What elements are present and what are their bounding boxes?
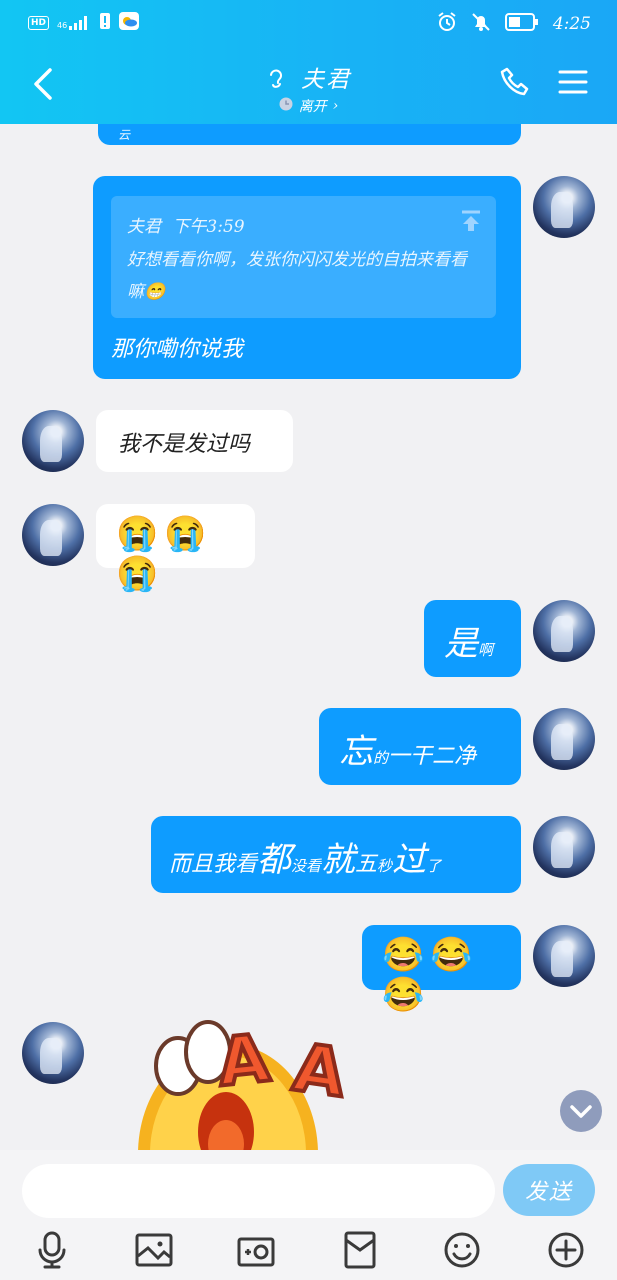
avatar-self[interactable]	[533, 708, 595, 770]
send-button[interactable]: 发送	[503, 1164, 595, 1216]
text-part: 没看	[291, 857, 322, 875]
emoji-icon[interactable]	[442, 1230, 482, 1270]
clock-status-icon	[279, 97, 293, 115]
avatar-contact[interactable]	[22, 1022, 84, 1084]
presence-status[interactable]: 离开 ›	[0, 96, 617, 116]
text-part: 就	[321, 840, 356, 880]
quote-text: 好想看看你啊，发张你闪闪发光的自拍来看看嘛😁	[127, 250, 467, 302]
sticker-letter: A	[287, 1027, 352, 1114]
jump-to-top-icon[interactable]	[460, 210, 482, 232]
avatar-contact[interactable]	[22, 410, 84, 472]
contact-name: 夫君	[301, 67, 352, 93]
microphone-icon[interactable]	[32, 1230, 72, 1270]
weather-icon	[119, 12, 140, 34]
avatar-contact[interactable]	[22, 504, 84, 566]
message-input[interactable]	[22, 1164, 495, 1218]
network-label: 46	[57, 21, 68, 30]
image-icon[interactable]	[134, 1230, 174, 1270]
phone-icon[interactable]	[499, 66, 531, 98]
chevron-right-icon: ›	[332, 98, 339, 114]
quoted-message[interactable]: 夫君 下午3:59 好想看看你啊，发张你闪闪发光的自拍来看看嘛😁	[111, 196, 496, 318]
message-bubble-7[interactable]: 😂😂😂	[362, 925, 521, 1015]
text-part: 是	[444, 624, 478, 664]
chat-toolbar	[0, 1230, 617, 1274]
message-text: 云	[118, 128, 131, 142]
message-text: 我不是发过吗	[118, 432, 251, 457]
status-time: 4:25	[552, 14, 591, 34]
plus-icon[interactable]	[546, 1230, 586, 1270]
text-part: 过	[392, 840, 427, 880]
message-text: 忘的一干二净	[339, 724, 476, 773]
avatar-self[interactable]	[533, 600, 595, 662]
text-part: 一干二净	[388, 744, 477, 769]
mute-bell-icon	[471, 12, 491, 36]
text-part: 五	[355, 852, 378, 877]
sticker-message[interactable]: A A	[136, 1014, 366, 1150]
message-text: 是啊	[444, 616, 493, 665]
status-bar: HD 46 4:25	[0, 0, 617, 46]
text-part: 而且我看	[169, 852, 258, 877]
presence-text: 离开	[298, 99, 327, 115]
input-bar: 发送	[0, 1150, 617, 1280]
message-emoji: 😂😂😂	[382, 935, 479, 1015]
message-bubble-4[interactable]: 是啊	[424, 600, 521, 677]
red-packet-icon[interactable]	[340, 1230, 380, 1270]
text-part: 啊	[478, 641, 494, 659]
quote-meta: 夫君 下午3:59	[127, 212, 245, 237]
message-bubble-5[interactable]: 忘的一干二净	[319, 708, 521, 785]
quote-time: 下午3:59	[172, 217, 245, 237]
hd-badge: HD	[28, 16, 50, 30]
message-emoji: 😭😭😭	[116, 514, 213, 594]
menu-icon[interactable]	[557, 66, 589, 98]
text-part: 的	[373, 749, 389, 767]
text-part: 忘	[339, 732, 373, 772]
chat-header: HD 46 4:25 夫君 离开 ›	[0, 0, 617, 124]
avatar-self[interactable]	[533, 176, 595, 238]
battery-icon	[504, 13, 539, 35]
avatar-self[interactable]	[533, 816, 595, 878]
quote-sender: 夫君	[127, 217, 161, 237]
text-part: 秒	[377, 857, 393, 875]
message-bubble-0[interactable]: 云	[98, 124, 521, 145]
message-bubble-2[interactable]: 我不是发过吗	[96, 410, 293, 472]
message-bubble-3[interactable]: 😭😭😭	[96, 504, 255, 594]
message-bubble-1[interactable]: 夫君 下午3:59 好想看看你啊，发张你闪闪发光的自拍来看看嘛😁 那你嘞你说我	[93, 176, 521, 379]
scroll-to-bottom-button[interactable]	[560, 1090, 602, 1132]
signal-icon: 46	[57, 16, 91, 30]
message-text: 而且我看都没看就五秒过了	[169, 832, 441, 881]
text-part: 都	[257, 840, 292, 880]
message-bubble-6[interactable]: 而且我看都没看就五秒过了	[151, 816, 521, 893]
avatar-self[interactable]	[533, 925, 595, 987]
alarm-icon	[437, 12, 457, 36]
message-list[interactable]: 云 夫君 下午3:59 好想看看你啊，发张你闪闪发光的自拍来看看嘛😁 那你嘞你说…	[0, 124, 617, 1150]
camera-icon[interactable]	[236, 1230, 276, 1270]
ear-icon	[266, 67, 301, 93]
text-part: 了	[426, 857, 442, 875]
sim-alert-icon	[99, 12, 111, 34]
sticker-letter: A	[212, 1018, 275, 1104]
message-text: 那你嘞你说我	[111, 337, 244, 362]
